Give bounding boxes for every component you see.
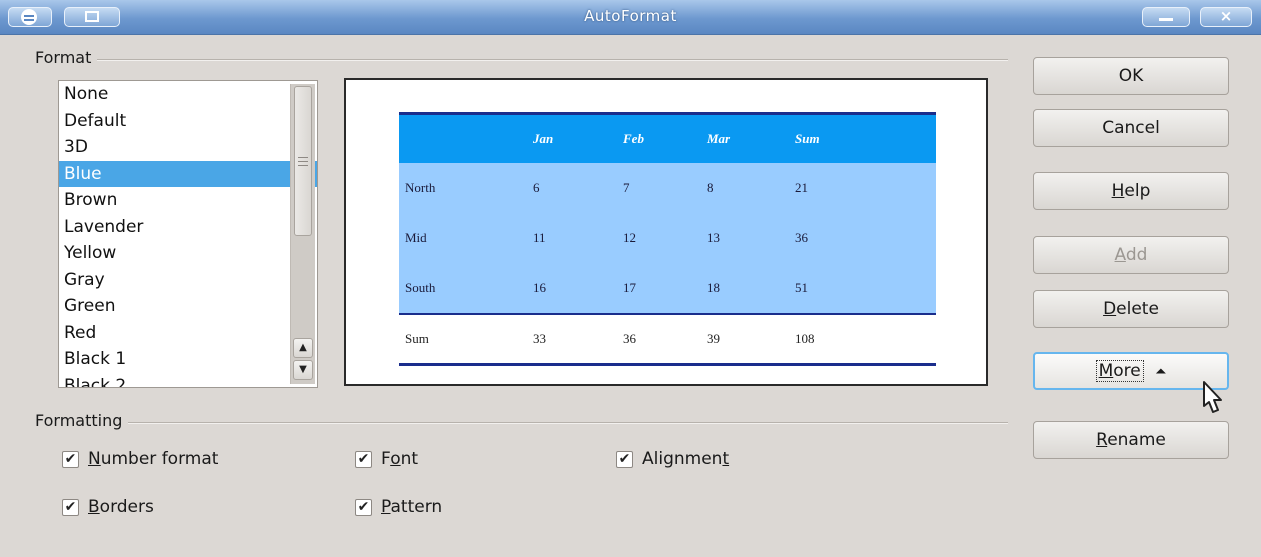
format-list-item[interactable]: Blue (59, 160, 317, 187)
number-format-checkbox[interactable]: ✔ Number format (62, 449, 218, 469)
rename-label: Rename (1096, 430, 1166, 450)
format-separator (40, 59, 1008, 61)
preview-table: Jan Feb Mar Sum North 6 7 8 21 Mid 11 12 13 36 South 16… (399, 112, 936, 366)
preview-cell: 36 (623, 331, 636, 346)
alignment-label: Alignment (642, 449, 730, 469)
format-list-item[interactable]: Brown (59, 187, 317, 214)
mouse-pointer-icon (1203, 381, 1222, 413)
format-list-item[interactable]: Gray (59, 267, 317, 294)
preview-cell: South (405, 280, 436, 295)
preview-row: Mid 11 12 13 36 (399, 213, 936, 263)
preview-cell: North (405, 180, 436, 195)
formatting-separator (40, 422, 1008, 424)
font-label: Font (381, 449, 419, 469)
cancel-label: Cancel (1102, 118, 1160, 138)
preview-cell: 21 (795, 180, 808, 195)
scroll-up-arrow-icon[interactable]: ▲ (293, 338, 313, 358)
more-label: More (1095, 360, 1144, 382)
autoformat-preview: Jan Feb Mar Sum North 6 7 8 21 Mid 11 12 13 36 South 16… (344, 78, 988, 386)
minimize-icon (1159, 18, 1173, 21)
preview-cell: Mar (707, 131, 731, 146)
borders-checkbox[interactable]: ✔ Borders (62, 497, 154, 517)
font-checkbox[interactable]: ✔ Font (355, 449, 418, 469)
format-list-item[interactable]: 3D (59, 134, 317, 161)
checkmark-icon: ✔ (616, 450, 633, 468)
preview-row: South 16 17 18 51 (399, 263, 936, 315)
rename-button[interactable]: Rename (1033, 421, 1229, 459)
format-list-item[interactable]: Lavender (59, 214, 317, 241)
preview-cell: 108 (795, 331, 815, 346)
help-button[interactable]: Help (1033, 172, 1229, 210)
borders-label: Borders (88, 497, 154, 517)
preview-cell: 6 (533, 180, 540, 195)
format-heading: Format (35, 48, 98, 67)
preview-cell: 18 (707, 280, 720, 295)
preview-cell: 11 (533, 230, 546, 245)
alignment-checkbox[interactable]: ✔ Alignment (616, 449, 729, 469)
help-label: Help (1111, 181, 1151, 201)
preview-cell: 13 (707, 230, 720, 245)
close-button[interactable]: × (1200, 7, 1252, 27)
format-list-item[interactable]: Black 1 (59, 346, 317, 373)
preview-cell: Sum (405, 331, 429, 346)
preview-cell: Feb (623, 131, 644, 146)
preview-cell: 12 (623, 230, 636, 245)
format-list-item[interactable]: None (59, 81, 317, 108)
preview-cell: 17 (623, 280, 636, 295)
delete-button[interactable]: Delete (1033, 290, 1229, 328)
ok-label: OK (1118, 66, 1144, 86)
preview-cell: Sum (795, 131, 820, 146)
preview-cell: 33 (533, 331, 546, 346)
format-list-item[interactable]: Default (59, 108, 317, 135)
format-list-scrollbar[interactable]: ▲ ▼ (290, 84, 315, 384)
delete-label: Delete (1103, 299, 1159, 319)
format-list-item[interactable]: Red (59, 320, 317, 347)
add-button[interactable]: Add (1033, 236, 1229, 274)
preview-row: North 6 7 8 21 (399, 163, 936, 213)
format-listbox[interactable]: None Default 3D Blue Brown Lavender Yellow Gray… (58, 80, 318, 388)
checkmark-icon: ✔ (62, 498, 79, 516)
add-label: Add (1114, 245, 1148, 265)
format-list-item[interactable]: Yellow (59, 240, 317, 267)
cancel-button[interactable]: Cancel (1033, 109, 1229, 147)
title-bar: AutoFormat × (0, 0, 1261, 35)
checkmark-icon: ✔ (355, 450, 372, 468)
preview-cell: 16 (533, 280, 546, 295)
number-format-label: Number format (88, 449, 219, 469)
minimize-button[interactable] (1142, 7, 1190, 27)
pattern-label: Pattern (381, 497, 443, 517)
checkmark-icon: ✔ (62, 450, 79, 468)
preview-cell: Mid (405, 230, 427, 245)
preview-cell: 36 (795, 230, 808, 245)
format-list-item[interactable]: Green (59, 293, 317, 320)
pattern-checkbox[interactable]: ✔ Pattern (355, 497, 442, 517)
format-list-item[interactable]: Black 2 (59, 373, 317, 388)
scrollbar-thumb[interactable] (294, 86, 312, 236)
formatting-heading: Formatting (35, 411, 129, 430)
collapse-chevron-icon: ⏶ (1155, 364, 1167, 380)
preview-cell: 8 (707, 180, 714, 195)
scroll-down-arrow-icon[interactable]: ▼ (293, 360, 313, 380)
preview-cell: 39 (707, 331, 720, 346)
preview-cell: 7 (623, 180, 630, 195)
ok-button[interactable]: OK (1033, 57, 1229, 95)
preview-header-row: Jan Feb Mar Sum (399, 112, 936, 163)
close-icon: × (1219, 7, 1233, 25)
preview-cell: 51 (795, 280, 808, 295)
window-title: AutoFormat (584, 7, 677, 25)
preview-cell: Jan (533, 131, 554, 146)
checkmark-icon: ✔ (355, 498, 372, 516)
preview-sum-row: Sum 33 36 39 108 (399, 315, 936, 366)
